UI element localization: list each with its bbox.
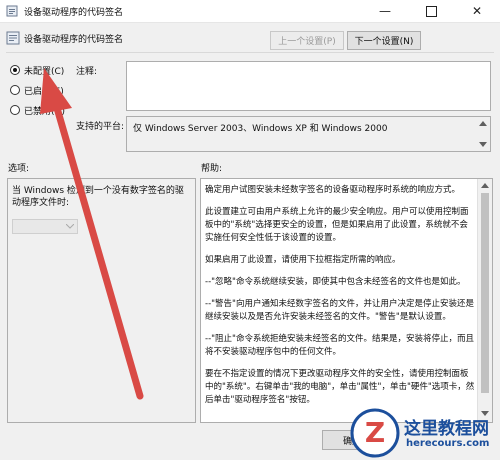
watermark-title: 这里教程网 [404,419,489,439]
watermark-logo-mark: Z [350,408,400,458]
watermark-logo: Z 这里教程网 herecours.com [350,404,500,460]
watermark-url: herecours.com [406,438,490,449]
annotation-arrow [40,68,144,400]
watermark-letter: Z [365,416,385,449]
